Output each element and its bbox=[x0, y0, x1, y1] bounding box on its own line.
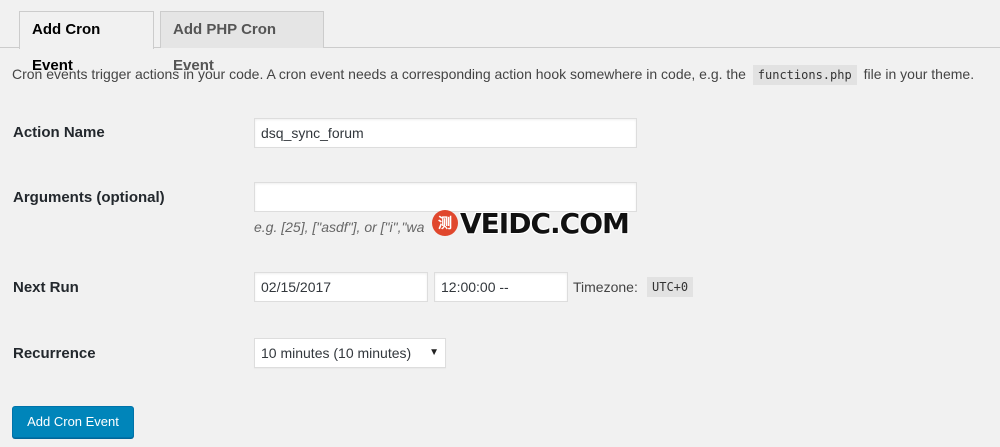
next-run-date-input[interactable]: 02/15/2017 bbox=[254, 272, 428, 302]
intro-text-after: file in your theme. bbox=[863, 66, 975, 82]
timezone-label: Timezone: bbox=[573, 279, 638, 295]
recurrence-select[interactable]: 10 minutes (10 minutes) ▼ bbox=[254, 338, 446, 368]
tab-add-php-cron-event[interactable]: Add PHP Cron Event bbox=[160, 11, 324, 74]
watermark-text: VEIDC.COM bbox=[460, 206, 630, 240]
tab-bar: Add Cron Event Add PHP Cron Event bbox=[0, 0, 1000, 74]
add-cron-event-button[interactable]: Add Cron Event bbox=[12, 406, 134, 438]
recurrence-label: Recurrence bbox=[13, 345, 96, 362]
arguments-label: Arguments (optional) bbox=[13, 189, 165, 206]
watermark-badge-icon: 测 bbox=[432, 210, 458, 236]
next-run-label: Next Run bbox=[13, 279, 79, 296]
intro-code: functions.php bbox=[752, 65, 857, 85]
tab-add-cron-event[interactable]: Add Cron Event bbox=[19, 11, 154, 74]
chevron-down-icon: ▼ bbox=[429, 347, 439, 358]
watermark-logo: 测 VEIDC.COM bbox=[432, 206, 630, 240]
timezone-value: UTC+0 bbox=[647, 277, 694, 297]
action-name-input[interactable]: dsq_sync_forum bbox=[254, 118, 637, 148]
intro-text-before: Cron events trigger actions in your code… bbox=[12, 66, 746, 82]
action-name-label: Action Name bbox=[13, 124, 105, 141]
recurrence-selected-value: 10 minutes (10 minutes) bbox=[261, 345, 412, 361]
intro-description: Cron events trigger actions in your code… bbox=[12, 64, 974, 85]
arguments-hint: e.g. [25], ["asdf"], or ["i","wa bbox=[254, 219, 425, 235]
next-run-time-input[interactable]: 12:00:00 -- bbox=[434, 272, 568, 302]
